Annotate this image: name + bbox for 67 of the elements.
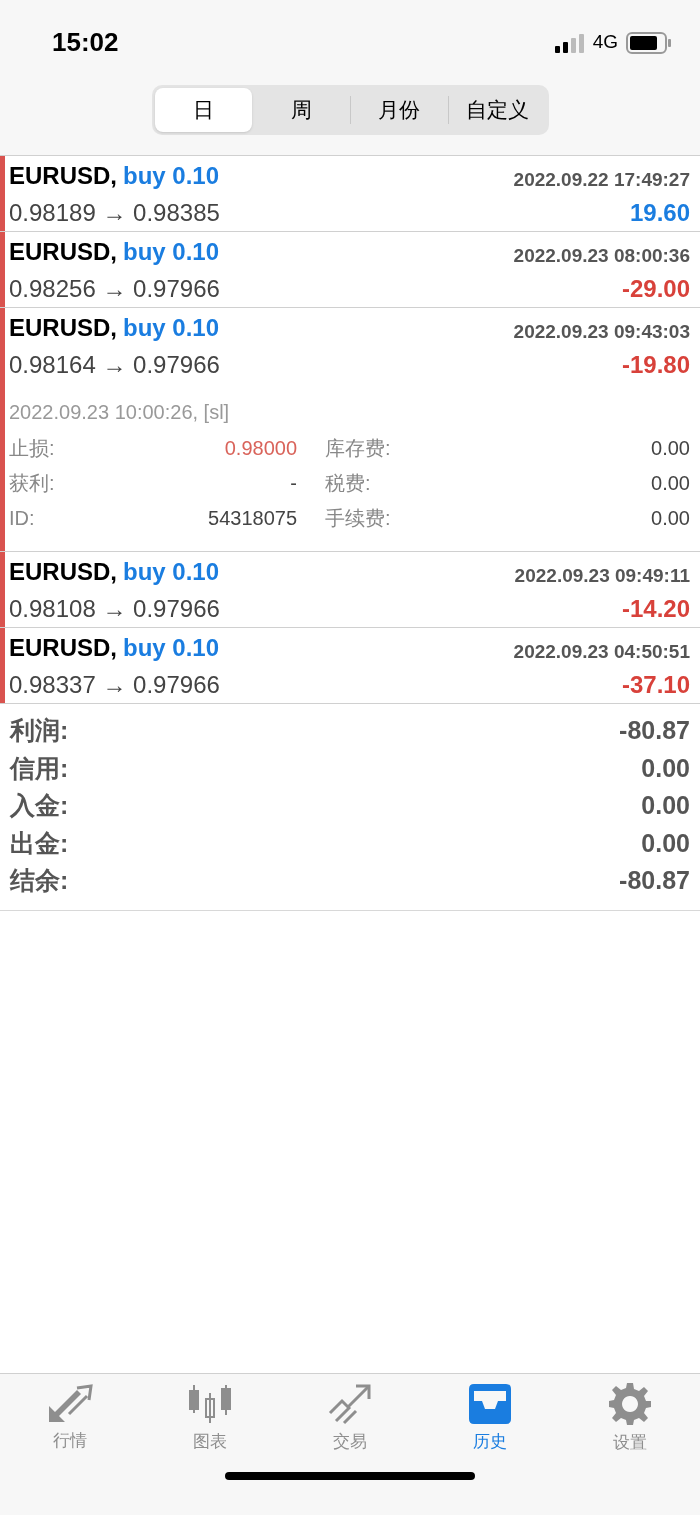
- diagonal-arrows-icon: [47, 1384, 93, 1425]
- field-label: 获利:: [9, 471, 55, 496]
- field-label: ID:: [9, 506, 35, 531]
- profit-value: -19.80: [621, 349, 690, 380]
- profit-value: -37.10: [621, 669, 690, 700]
- field-label: 止损:: [9, 436, 55, 461]
- close-info: 2022.09.23 10:00:26, [sl]: [9, 400, 231, 425]
- segment-tab[interactable]: 日: [154, 88, 252, 132]
- symbol-label: EURUSD,: [9, 237, 117, 267]
- settings-icon: [608, 1382, 652, 1427]
- profit-value: -29.00: [621, 273, 690, 304]
- field-value: 0.98000: [224, 436, 297, 461]
- inbox-icon: [468, 1383, 512, 1426]
- deal-time: 2022.09.23 04:50:51: [513, 639, 690, 664]
- field-label: 库存费:: [325, 436, 391, 461]
- side-label: buy 0.10: [123, 313, 220, 343]
- price-range: 0.98189 → 0.98385: [9, 197, 220, 228]
- summary-label: 信用:: [10, 752, 69, 784]
- price-range: 0.98337 → 0.97966: [9, 669, 220, 700]
- deal-time: 2022.09.23 08:00:36: [513, 243, 690, 268]
- side-label: buy 0.10: [123, 633, 220, 663]
- trend-arrow-icon: [328, 1383, 372, 1426]
- tab-bar-item[interactable]: 历史: [420, 1383, 560, 1455]
- symbol-label: EURUSD,: [9, 161, 117, 191]
- summary-label: 出金:: [10, 827, 69, 859]
- price-range: 0.98164 → 0.97966: [9, 349, 220, 380]
- price-range: 0.98256 → 0.97966: [9, 273, 220, 304]
- symbol-label: EURUSD,: [9, 633, 117, 663]
- field-label: 税费:: [325, 471, 371, 496]
- field-value: 54318075: [208, 506, 297, 531]
- summary-value: 0.00: [641, 827, 690, 859]
- status-time: 15:02: [52, 26, 119, 59]
- summary-label: 利润:: [10, 715, 69, 746]
- profit-value: -14.20: [621, 593, 690, 624]
- summary-value: 0.00: [641, 752, 690, 784]
- summary-value: -80.87: [619, 865, 690, 896]
- symbol-label: EURUSD,: [9, 557, 117, 587]
- deal-row[interactable]: EURUSD, buy 0.10 2022.09.23 09:49:11 0.98108 → 0.97966 -14.20: [0, 552, 700, 628]
- price-range: 0.98108 → 0.97966: [9, 593, 220, 624]
- network-label: 4G: [592, 30, 618, 55]
- deal-time: 2022.09.22 17:49:27: [513, 167, 690, 192]
- summary-value: 0.00: [641, 790, 690, 821]
- field-label: 手续费:: [325, 506, 391, 531]
- profit-value: 19.60: [629, 197, 690, 228]
- deal-time: 2022.09.23 09:49:11: [514, 563, 690, 588]
- side-label: buy 0.10: [123, 237, 220, 267]
- candlestick-icon: [187, 1383, 233, 1426]
- side-label: buy 0.10: [123, 161, 220, 191]
- deal-row[interactable]: EURUSD, buy 0.10 2022.09.23 08:00:36 0.98256 → 0.97966 -29.00: [0, 232, 700, 308]
- deal-time: 2022.09.23 09:43:03: [513, 319, 690, 344]
- battery-icon: [626, 31, 672, 54]
- side-label: buy 0.10: [123, 557, 220, 587]
- summary-label: 结余:: [10, 865, 69, 896]
- summary-value: -80.87: [619, 715, 690, 746]
- summary-label: 入金:: [10, 790, 69, 821]
- deal-row[interactable]: EURUSD, buy 0.10 2022.09.23 09:43:03 0.98164 → 0.97966 -19.80 2022.09.23 10:00:26, [sl] 止损: 0.98000 库存费: 0.00 获利: - 税费: 0.00 ID: 54318075 手续费: 0.00: [0, 308, 700, 552]
- symbol-label: EURUSD,: [9, 313, 117, 343]
- home-indicator[interactable]: [225, 1472, 475, 1480]
- field-value: 0.00: [651, 471, 690, 496]
- field-value: 0.00: [651, 506, 690, 531]
- segment-tab[interactable]: 自定义: [448, 88, 546, 132]
- segment-tab[interactable]: 周: [252, 88, 350, 132]
- field-value: 0.00: [651, 436, 690, 461]
- field-value: -: [290, 471, 297, 496]
- deal-row[interactable]: EURUSD, buy 0.10 2022.09.23 04:50:51 0.98337 → 0.97966 -37.10: [0, 628, 700, 704]
- signal-icon: [554, 32, 585, 53]
- segment-tab[interactable]: 月份: [350, 88, 448, 132]
